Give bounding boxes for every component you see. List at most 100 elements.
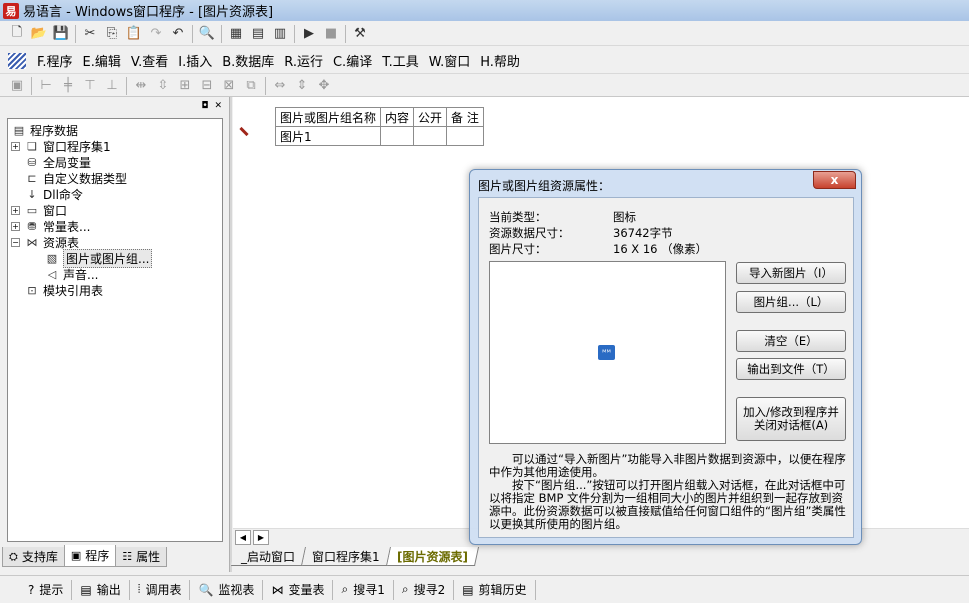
paste-icon[interactable]: 📋	[123, 24, 145, 44]
pane-close-icon[interactable]: ✕	[214, 101, 222, 111]
cut-icon[interactable]: ✂	[79, 24, 101, 44]
toolbar-separator	[31, 76, 32, 95]
search2-icon: ⌕	[401, 582, 409, 596]
image-icon: ▧	[46, 251, 58, 265]
tab-window-module[interactable]: 窗口程序集1	[301, 547, 391, 566]
toolbar-separator	[265, 76, 266, 95]
menu-help[interactable]: H.帮助	[475, 51, 525, 70]
align-left-icon[interactable]: ⊢	[35, 76, 57, 96]
tree-item-program-data[interactable]: ▤ 程序数据	[8, 122, 222, 138]
tab-search2[interactable]: ⌕ 搜寻2	[394, 579, 455, 600]
properties-icon: ☷	[122, 550, 133, 563]
column-header-public[interactable]: 公开	[413, 107, 448, 127]
tree-item-module[interactable]: + ❏ 窗口程序集1	[8, 138, 222, 154]
pane-splitter[interactable]	[229, 97, 232, 572]
tree-item-constants[interactable]: + ⛃ 常量表...	[8, 218, 222, 234]
menu-window[interactable]: W.窗口	[424, 51, 476, 70]
table-cell-name[interactable]: 图片1	[274, 126, 382, 146]
order-icon[interactable]: ⧉	[240, 76, 262, 96]
toolbar-separator	[221, 24, 222, 43]
same-size-icon[interactable]: ⊠	[218, 76, 240, 96]
table-cell-content[interactable]	[380, 126, 415, 146]
center-v-icon[interactable]: ⇕	[291, 76, 313, 96]
center-both-icon[interactable]: ✥	[313, 76, 335, 96]
tree-item-sounds[interactable]: ◁ 声音...	[8, 266, 222, 282]
tree-item-window[interactable]: + ▭ 窗口	[8, 202, 222, 218]
table-cell-public[interactable]	[413, 126, 448, 146]
expander-plus[interactable]: +	[11, 205, 20, 215]
stop-icon[interactable]: ■	[320, 24, 342, 44]
center-h-icon[interactable]: ⇔	[269, 76, 291, 96]
menu-compile[interactable]: C.编译	[328, 51, 377, 70]
layout-2-icon[interactable]: ▤	[247, 24, 269, 44]
export-file-button[interactable]: 输出到文件（T）	[736, 358, 846, 380]
tab-hint[interactable]: ? 提示	[20, 579, 73, 600]
tree-item-module-refs[interactable]: ⊡ 模块引用表	[8, 282, 222, 298]
column-header-remark[interactable]: 备 注	[446, 107, 484, 127]
pane-pin-icon[interactable]: ◘	[201, 101, 208, 111]
tab-support-lib[interactable]: ⛭ 支持库	[2, 547, 65, 567]
column-header-name[interactable]: 图片或图片组名称	[274, 107, 382, 127]
tab-image-resources[interactable]: [图片资源表]	[386, 547, 479, 566]
run-icon[interactable]: ▶	[298, 24, 320, 44]
align-top-icon[interactable]: ⊤	[79, 76, 101, 96]
tree-item-dll[interactable]: ↓ Dll命令	[8, 186, 222, 202]
tree-item-datatypes[interactable]: ⊏ 自定义数据类型	[8, 170, 222, 186]
tree-item-global-vars[interactable]: ⛁ 全局变量	[8, 154, 222, 170]
align-center-icon[interactable]: ╪	[57, 76, 79, 96]
expander-plus[interactable]: +	[11, 141, 20, 151]
menu-tools[interactable]: T.工具	[377, 51, 424, 70]
layout-1-icon[interactable]: ▦	[225, 24, 247, 44]
copy-icon[interactable]: ⎘	[101, 24, 123, 44]
menu-file[interactable]: F.程序	[32, 51, 78, 70]
tab-watch[interactable]: 🔍 监视表	[190, 579, 264, 600]
tab-clip-history[interactable]: ▤ 剪辑历史	[454, 579, 536, 600]
tab-start-window[interactable]: _启动窗口	[230, 547, 307, 566]
import-image-button[interactable]: 导入新图片（I）	[736, 262, 846, 284]
redo-icon[interactable]: ↷	[145, 24, 167, 44]
expander-plus[interactable]: +	[11, 221, 20, 231]
close-button[interactable]: x	[813, 171, 856, 189]
help-paragraph-1: 可以通过“导入新图片”功能导入非图片数据到资源中，以便在程序中作为其他用途使用。	[489, 452, 846, 479]
space-h-icon[interactable]: ⇹	[130, 76, 152, 96]
tab-call-stack[interactable]: ⦙ 调用表	[130, 579, 191, 600]
menu-insert[interactable]: I.插入	[173, 51, 217, 70]
tab-program[interactable]: ▣ 程序	[63, 545, 117, 567]
image-group-button[interactable]: 图片组...（L）	[736, 291, 846, 313]
output-icon: ▤	[80, 582, 92, 597]
same-width-icon[interactable]: ⊞	[174, 76, 196, 96]
tab-variables[interactable]: ⋈ 变量表	[263, 579, 334, 600]
column-header-content[interactable]: 内容	[380, 107, 415, 127]
expander-minus[interactable]: −	[11, 237, 20, 247]
tab-output[interactable]: ▤ 输出	[72, 579, 130, 600]
menu-view[interactable]: V.查看	[126, 51, 173, 70]
window-icon: ▭	[26, 203, 38, 217]
menu-edit[interactable]: E.编辑	[78, 51, 126, 70]
prop-data-size: 资源数据尺寸： 36742字节	[489, 226, 673, 240]
layout-3-icon[interactable]: ▥	[269, 24, 291, 44]
document-tabs: _启动窗口 窗口程序集1 [图片资源表]	[230, 547, 479, 567]
toolbar-separator	[192, 24, 193, 43]
compile-icon[interactable]: ⚒	[349, 24, 371, 44]
new-file-icon[interactable]: 🗋	[6, 24, 28, 44]
menu-database[interactable]: B.数据库	[217, 51, 279, 70]
scroll-left-icon[interactable]: ◀	[235, 530, 251, 545]
table-cell-remark[interactable]	[446, 126, 484, 146]
save-icon[interactable]: 💾	[50, 24, 72, 44]
tree-item-images[interactable]: ▧ 图片或图片组...	[8, 248, 222, 268]
same-height-icon[interactable]: ⊟	[196, 76, 218, 96]
clear-button[interactable]: 清空（E）	[736, 330, 846, 352]
open-file-icon[interactable]: 📂	[28, 24, 50, 44]
undo-icon[interactable]: ↶	[167, 24, 189, 44]
align-bottom-icon[interactable]: ⊥	[101, 76, 123, 96]
tab-search1[interactable]: ⌕ 搜寻1	[333, 579, 394, 600]
tab-properties[interactable]: ☷ 属性	[115, 547, 168, 567]
grid-icon[interactable]: ▣	[6, 76, 28, 96]
scroll-right-icon[interactable]: ▶	[253, 530, 269, 545]
find-icon[interactable]: 🔍	[196, 24, 218, 44]
sound-icon: ◁	[47, 267, 57, 281]
space-v-icon[interactable]: ⇳	[152, 76, 174, 96]
edit-pen-icon	[239, 126, 249, 137]
apply-close-button[interactable]: 加入/修改到程序并关闭对话框(A)	[736, 397, 846, 441]
menu-run[interactable]: R.运行	[279, 51, 328, 70]
